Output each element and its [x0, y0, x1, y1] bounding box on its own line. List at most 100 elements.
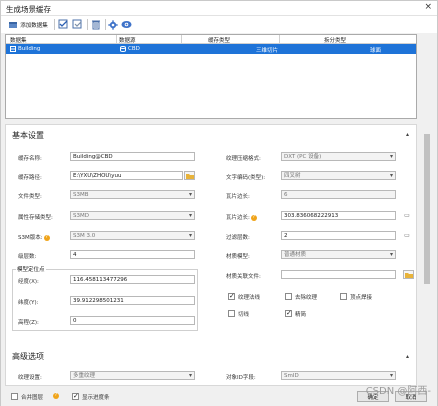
help-icon[interactable]: ?: [43, 234, 50, 241]
cell-cache-type[interactable]: 三维切片: [256, 46, 278, 54]
cache-path-input[interactable]: E:\YXU\ZHOU\yuu: [70, 171, 183, 180]
collapse-icon[interactable]: ▴: [406, 131, 409, 138]
column-divider: [116, 35, 117, 44]
cache-path-label: 缓存路径:: [18, 175, 42, 181]
column-header-dataset[interactable]: 数据集: [10, 36, 27, 44]
eye-icon: [121, 21, 131, 28]
settings-panel: 基本设置 ▴ 缓存名称: Building@CBD 缓存路径: E:\YXU\Z…: [5, 124, 417, 386]
watermark: CSDN @阿西-: [365, 386, 431, 397]
latitude-input[interactable]: 39.912298501231: [70, 296, 195, 305]
toolbar-separator: [54, 19, 55, 30]
attr-type-label: 属性存储类型:: [18, 215, 53, 221]
normal-texture-checkbox[interactable]: [228, 292, 235, 300]
simplify-checkbox[interactable]: [285, 309, 292, 317]
cell-dataset: Building: [18, 46, 41, 52]
vertex-weld-checkbox[interactable]: [340, 293, 347, 300]
cell-split-type[interactable]: 球面: [370, 46, 381, 54]
normal-texture-label: 纹理法线: [238, 295, 261, 301]
char-encoding-label: 文字编码(类型):: [226, 175, 266, 181]
texture-setting-label: 纹理设置:: [18, 375, 42, 381]
select-all-button[interactable]: [57, 18, 70, 31]
latitude-label: 纬度(Y):: [18, 300, 39, 306]
longitude-input[interactable]: 116.458113477296: [70, 275, 195, 284]
merge-layers-checkbox[interactable]: [11, 393, 18, 400]
altitude-label: 高程(Z):: [18, 320, 39, 326]
merge-layers-label: 合并图层: [21, 395, 44, 401]
grid-header: 数据集 数据源 缓存类型 拆分类型: [6, 35, 416, 44]
texture-setting-select[interactable]: 多重纹理: [70, 371, 195, 380]
dataset-grid: 数据集 数据源 缓存类型 拆分类型 Building CBD 三维切片 球面: [5, 34, 417, 119]
delete-button[interactable]: [90, 18, 102, 31]
show-progress-label: 显示进度条: [82, 395, 110, 401]
toolbar-separator: [105, 19, 106, 30]
gear-icon: [108, 19, 118, 30]
simplify-label: 精简: [295, 312, 307, 318]
select-all-icon: [58, 19, 68, 29]
browse-folder-button[interactable]: [184, 171, 195, 180]
stepper-icon[interactable]: ▭: [403, 211, 411, 220]
longitude-label: 经度(X):: [18, 279, 39, 285]
title-bar: 生成场景缓存 ×: [1, 1, 437, 16]
id-field-label: 对象ID字段:: [226, 375, 256, 381]
tile-side-input: 6: [281, 190, 396, 199]
s3m-version-select[interactable]: S3M 3.0: [70, 231, 195, 240]
table-row[interactable]: Building CBD 三维切片 球面: [6, 44, 416, 54]
help-icon[interactable]: ?: [53, 393, 59, 399]
add-dataset-icon: [9, 21, 18, 28]
column-header-split-type[interactable]: 拆分类型: [324, 36, 346, 44]
remove-texture-label: 去除纹理: [295, 295, 318, 301]
tangent-checkbox[interactable]: [228, 310, 235, 317]
toolbar: 添加数据集: [1, 16, 437, 33]
close-icon[interactable]: ×: [424, 2, 432, 12]
dataset-icon: [10, 46, 16, 52]
column-divider: [279, 35, 280, 44]
folder-icon: [185, 173, 194, 179]
browse-material-button[interactable]: [403, 270, 414, 279]
column-header-cache-type[interactable]: 缓存类型: [208, 36, 230, 44]
char-encoding-select[interactable]: 四叉树: [281, 171, 396, 180]
cell-datasource: CBD: [128, 46, 140, 52]
window-title: 生成场景缓存: [6, 5, 51, 14]
file-type-select[interactable]: S3MB: [70, 190, 195, 199]
scrollbar-thumb[interactable]: [424, 134, 430, 284]
level-input[interactable]: 4: [70, 250, 195, 259]
material-file-label: 材质关联文件:: [226, 274, 261, 280]
help-icon[interactable]: ?: [250, 214, 257, 221]
texture-compress-select[interactable]: DXT (PC 设备): [281, 152, 396, 161]
level-label: 级层数:: [18, 254, 37, 260]
collapse-icon[interactable]: ▴: [406, 353, 409, 360]
basic-settings-title: 基本设置: [12, 131, 44, 140]
invert-select-button[interactable]: [71, 18, 84, 31]
material-select[interactable]: 普通材质: [281, 250, 396, 259]
origin-group-title: 模型定位点: [16, 265, 46, 273]
vertical-scrollbar[interactable]: [422, 124, 432, 386]
material-file-input[interactable]: [281, 270, 396, 279]
cache-name-label: 缓存名称:: [18, 156, 42, 162]
s3m-version-label: S3M版本:?: [18, 234, 50, 241]
file-type-label: 文件类型:: [18, 194, 42, 200]
dialog-window: 生成场景缓存 × 添加数据集 数据集 数据源 缓存类型 拆分类型 Buildin…: [0, 0, 438, 406]
vertex-weld-label: 顶点焊接: [350, 295, 373, 301]
advanced-options-title: 高级选项: [12, 352, 44, 361]
altitude-input[interactable]: 0: [70, 316, 195, 325]
column-header-datasource[interactable]: 数据源: [119, 36, 136, 44]
tile-size-input[interactable]: 303.836068222913: [281, 211, 396, 220]
column-divider: [181, 35, 182, 44]
add-dataset-button[interactable]: 添加数据集: [5, 18, 51, 31]
id-field-select[interactable]: SmID: [281, 371, 396, 380]
tile-size-label: 瓦片边长:?: [226, 214, 257, 221]
stepper-icon[interactable]: ▭: [403, 231, 411, 240]
add-dataset-label: 添加数据集: [20, 22, 48, 29]
delete-icon: [92, 20, 100, 30]
preview-button[interactable]: [120, 18, 132, 31]
tangent-label: 切线: [238, 312, 250, 318]
filter-input[interactable]: 2: [281, 231, 396, 240]
invert-select-icon: [72, 19, 82, 29]
attr-type-select[interactable]: S3MD: [70, 211, 195, 220]
remove-texture-checkbox[interactable]: [285, 293, 292, 300]
texture-compress-label: 纹理压缩格式:: [226, 156, 261, 162]
settings-button[interactable]: [107, 18, 119, 31]
cache-name-input[interactable]: Building@CBD: [70, 152, 195, 161]
show-progress-checkbox[interactable]: [72, 392, 79, 400]
toolbar-separator: [87, 19, 88, 30]
